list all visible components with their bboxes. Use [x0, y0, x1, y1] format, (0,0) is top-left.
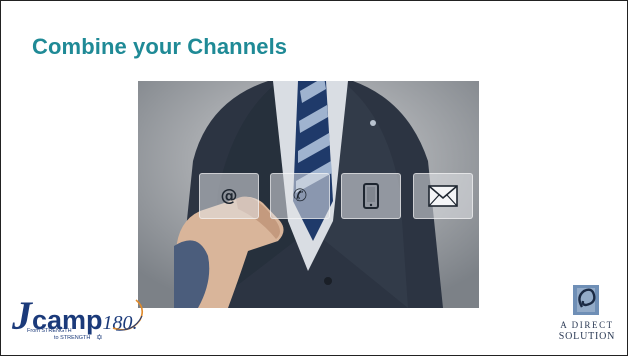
phone-icon: ✆ — [292, 186, 308, 206]
slide: Combine your Channels @ ✆ Jcamp180. From… — [0, 0, 628, 356]
jcamp180-logo: Jcamp180. From STRENGTH to STRENGTH ✡ — [12, 292, 147, 344]
slide-title: Combine your Channels — [32, 34, 288, 59]
email-at-button: @ — [199, 173, 259, 219]
jcamp-tagline-2: to STRENGTH — [54, 335, 91, 341]
at-sign-icon: @ — [220, 186, 238, 206]
phone-button: ✆ — [270, 173, 330, 219]
jcamp-tagline-1: From STRENGTH — [27, 328, 72, 334]
envelope-icon — [428, 185, 458, 207]
star-of-david-icon: ✡ — [96, 333, 103, 342]
direct-solution-line-2: SOLUTION — [558, 331, 616, 342]
a-direct-solution-logo: A DIRECT SOLUTION — [547, 283, 627, 345]
mail-button — [413, 173, 473, 219]
tablet-icon — [363, 183, 379, 209]
direct-solution-line-1: A DIRECT — [560, 320, 614, 330]
direct-solution-mark-icon — [573, 285, 599, 315]
tablet-button — [341, 173, 401, 219]
swoosh-icon — [112, 299, 144, 331]
